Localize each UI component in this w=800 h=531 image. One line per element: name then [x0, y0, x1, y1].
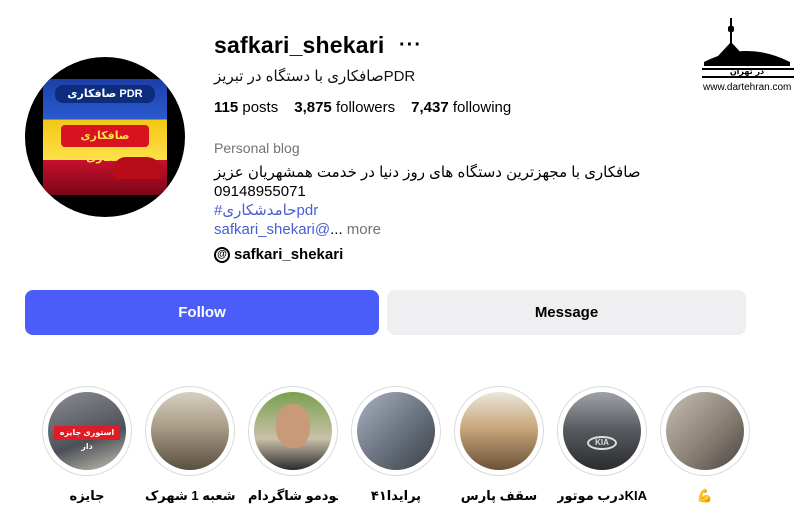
bio-mention-link[interactable]: safkari_shekari@: [214, 221, 330, 238]
following-stat[interactable]: 7,437 following: [411, 99, 511, 116]
highlight-label: خودمو شاگردام: [248, 488, 338, 503]
posts-label: posts: [242, 99, 279, 116]
profile-stats: 115 posts 3,875 followers 7,437 followin…: [214, 99, 511, 116]
highlight-thumbnail: [151, 392, 229, 470]
bio-more-link[interactable]: more: [343, 221, 381, 238]
highlight-image: [563, 392, 641, 470]
followers-label: followers: [335, 99, 396, 116]
profile-username: safkari_shekari: [214, 32, 385, 58]
following-label: following: [452, 99, 512, 116]
highlight-label: سقف پارس: [460, 488, 538, 503]
profile-full-name: صافکاری با دستگاه در تبریزPDR: [214, 68, 416, 85]
highlight-item[interactable]: خودمو شاگردام: [248, 386, 338, 504]
bio-line: صافکاری با مجهزترین دستگاه های روز دنیا …: [214, 164, 641, 181]
profile-bio: صافکاری با مجهزترین دستگاه های روز دنیا …: [214, 163, 641, 239]
bio-hashtag-link[interactable]: #حامدشکاریpdr: [214, 201, 641, 220]
highlight-thumbnail: [460, 392, 538, 470]
highlight-item[interactable]: 💪: [660, 386, 750, 504]
profile-category: Personal blog: [214, 140, 300, 156]
highlight-item[interactable]: KIA درب موتورKIA: [557, 386, 647, 504]
highlight-thumbnail: [357, 392, 435, 470]
highlight-thumbnail: استوری جایزه دار: [48, 392, 126, 470]
highlight-ring: استوری جایزه دار: [42, 386, 132, 476]
highlight-item[interactable]: سقف پارس: [454, 386, 544, 504]
bio-phone: 09148955071: [214, 183, 306, 200]
highlight-image: [666, 392, 744, 470]
followers-stat[interactable]: 3,875 followers: [294, 99, 395, 116]
logo-text: در تهران: [730, 67, 764, 76]
highlight-item[interactable]: پرایدا۴۱: [351, 386, 441, 504]
highlight-image: [460, 392, 538, 470]
followers-count: 3,875: [294, 99, 332, 116]
highlight-thumbnail: [666, 392, 744, 470]
highlight-thumbnail: [254, 392, 332, 470]
threads-link[interactable]: @ safkari_shekari: [214, 246, 343, 263]
kia-logo-icon: KIA: [587, 436, 617, 450]
profile-avatar[interactable]: صافکاری PDR صافکاری شکاری: [25, 57, 185, 217]
following-count: 7,437: [411, 99, 449, 116]
avatar-subtitle: صافکاری شکاری: [61, 125, 149, 164]
highlight-badge: استوری جایزه دار: [54, 426, 120, 451]
highlight-image: [357, 392, 435, 470]
highlight-ring: [248, 386, 338, 476]
car-image: [113, 157, 163, 179]
highlight-image: [151, 392, 229, 470]
highlight-item[interactable]: شعبه 1 شهرک ...: [145, 386, 235, 504]
posts-count: 115: [214, 99, 239, 116]
message-button[interactable]: Message: [387, 290, 746, 335]
threads-icon: @: [214, 246, 230, 263]
highlight-label: درب موتورKIA: [557, 488, 647, 503]
highlight-label: پرایدا۴۱: [370, 488, 422, 503]
posts-stat[interactable]: 115 posts: [214, 99, 278, 116]
more-options-button[interactable]: ···: [399, 34, 422, 57]
person-face: [276, 404, 310, 448]
highlight-ring: [454, 386, 544, 476]
highlight-item[interactable]: استوری جایزه دار جایزه: [42, 386, 132, 504]
highlight-ring: KIA: [557, 386, 647, 476]
highlight-label: 💪: [696, 488, 714, 503]
highlight-ring: [660, 386, 750, 476]
watermark-site: www.dartehran.com: [703, 82, 792, 93]
highlight-ring: [351, 386, 441, 476]
follow-button[interactable]: Follow: [25, 290, 379, 335]
highlight-thumbnail: KIA: [563, 392, 641, 470]
highlight-label: جایزه: [69, 488, 105, 503]
highlight-ring: [145, 386, 235, 476]
bio-ellipsis: ...: [330, 221, 343, 238]
threads-handle: safkari_shekari: [234, 246, 344, 263]
highlight-label: شعبه 1 شهرک ...: [145, 488, 235, 503]
avatar-title: صافکاری PDR: [55, 85, 155, 103]
